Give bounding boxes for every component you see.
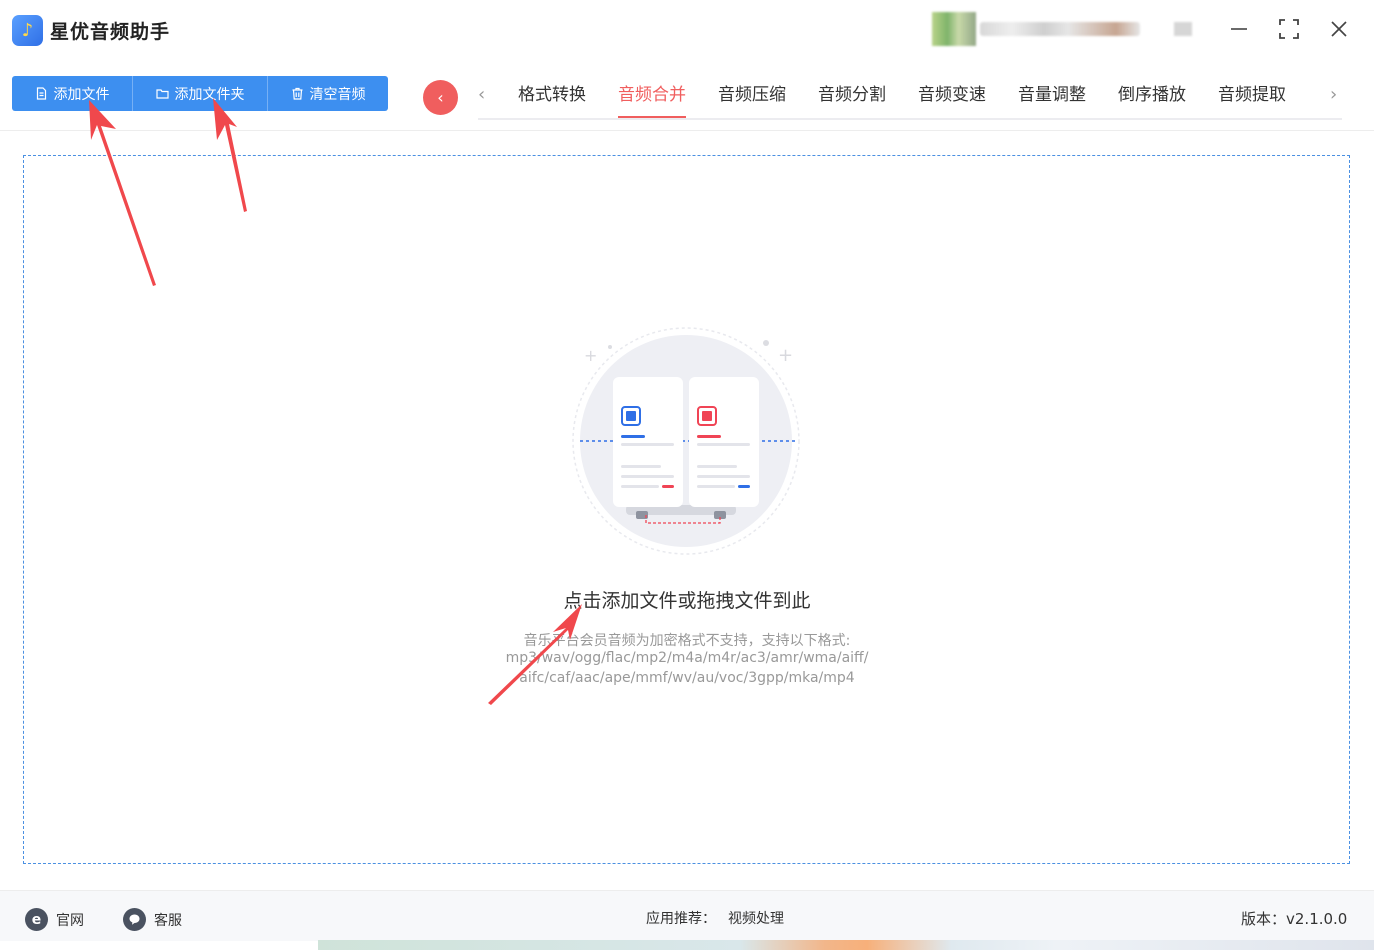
- tab-audio-speed[interactable]: 音频变速: [902, 76, 1002, 118]
- ie-browser-icon: e: [25, 908, 48, 931]
- collapse-button[interactable]: ‹: [423, 80, 458, 115]
- header-divider: [0, 130, 1374, 131]
- supported-formats-list-2: aifc/caf/aac/ape/mmf/wv/au/voc/3gpp/mka/…: [519, 670, 855, 686]
- drop-illustration-icon: + +: [572, 327, 800, 555]
- footer: e 官网 客服 应用推荐： 视频处理 版本：v2.1.0.0: [0, 891, 1374, 941]
- chat-bubble-icon: [123, 908, 146, 931]
- svg-text:+: +: [778, 345, 793, 366]
- support-link[interactable]: 客服: [123, 908, 182, 931]
- add-folder-button[interactable]: 添加文件夹: [133, 76, 268, 111]
- supported-formats-list-1: mp3/wav/ogg/flac/mp2/m4a/m4r/ac3/amr/wma…: [505, 650, 869, 666]
- chevron-left-icon: ‹: [437, 88, 444, 107]
- user-avatar[interactable]: [932, 12, 976, 46]
- tab-audio-extract[interactable]: 音频提取: [1202, 76, 1302, 118]
- supported-formats-note: 音乐平台会员音频为加密格式不支持，支持以下格式:: [523, 633, 851, 649]
- trash-icon: [292, 87, 302, 100]
- support-label: 客服: [154, 912, 182, 929]
- recommend-label: 应用推荐：: [646, 911, 716, 927]
- tabs-underline: [478, 118, 1342, 120]
- minimize-icon[interactable]: [1224, 14, 1254, 44]
- tab-audio-split[interactable]: 音频分割: [802, 76, 902, 118]
- tabs-scroll-right-icon[interactable]: ›: [1330, 84, 1337, 105]
- version-info: 版本：v2.1.0.0: [1241, 910, 1348, 928]
- taskbar-strip: [318, 940, 1374, 950]
- function-tabs: 格式转换 音频合并 音频压缩 音频分割 音频变速 音量调整 倒序播放 音频提取: [502, 76, 1302, 120]
- maximize-icon[interactable]: [1274, 14, 1304, 44]
- tab-format-convert[interactable]: 格式转换: [502, 76, 602, 118]
- tabs-scroll-left-icon[interactable]: ‹: [478, 84, 485, 105]
- file-icon: [36, 87, 46, 100]
- user-account[interactable]: [932, 12, 1202, 46]
- close-icon[interactable]: [1324, 14, 1354, 44]
- svg-text:+: +: [584, 346, 597, 365]
- clear-audio-label: 清空音频: [309, 86, 366, 103]
- app-logo-icon: ♪: [12, 15, 43, 46]
- recommend-video-link[interactable]: 视频处理: [728, 908, 784, 928]
- tab-audio-compress[interactable]: 音频压缩: [702, 76, 802, 118]
- add-file-button[interactable]: 添加文件: [12, 76, 133, 111]
- toolbar: 添加文件 添加文件夹 清空音频: [12, 76, 388, 111]
- website-label: 官网: [56, 912, 84, 929]
- tab-volume-adjust[interactable]: 音量调整: [1002, 76, 1102, 118]
- tab-audio-merge[interactable]: 音频合并: [602, 76, 702, 118]
- add-folder-label: 添加文件夹: [174, 86, 245, 103]
- tab-reverse-play[interactable]: 倒序播放: [1102, 76, 1202, 118]
- website-link[interactable]: e 官网: [25, 908, 84, 931]
- clear-audio-button[interactable]: 清空音频: [268, 76, 388, 111]
- user-name-blurred: [980, 22, 1140, 36]
- title-bar: ♪ 星优音频助手: [0, 0, 1374, 62]
- user-menu-blurred[interactable]: [1174, 22, 1192, 36]
- add-file-label: 添加文件: [53, 86, 110, 103]
- app-title: 星优音频助手: [50, 21, 171, 43]
- drop-zone-title[interactable]: 点击添加文件或拖拽文件到此: [0, 586, 1374, 613]
- folder-icon: [155, 89, 169, 99]
- app-recommendation: 应用推荐： 视频处理: [646, 908, 784, 928]
